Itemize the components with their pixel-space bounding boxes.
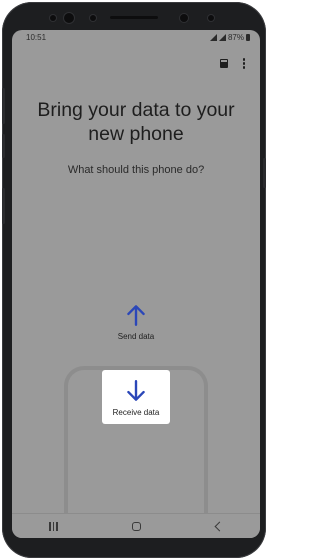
app-bar-actions	[219, 56, 249, 71]
battery-percent: 87%	[227, 33, 244, 42]
home-icon[interactable]	[132, 521, 142, 531]
volume-up-button	[2, 88, 5, 124]
front-camera-icon	[180, 14, 188, 22]
signal-icon	[218, 34, 226, 41]
power-button	[263, 158, 266, 188]
status-bar: 10:51 87%	[12, 30, 260, 46]
page-title: Bring your data to your new phone	[37, 99, 235, 145]
back-icon[interactable]	[214, 521, 225, 531]
earpiece-speaker	[110, 16, 158, 19]
send-data-label: Send data	[117, 332, 155, 341]
iris-led-icon	[208, 15, 214, 21]
light-sensor-icon	[90, 15, 96, 21]
sd-card-icon[interactable]	[219, 58, 228, 68]
status-indicators: 87%	[209, 33, 250, 42]
status-time: 10:51	[26, 33, 47, 42]
page-subtitle: What should this phone do?	[67, 164, 205, 176]
receive-data-button[interactable]: Receive data	[102, 370, 170, 424]
arrow-down-icon	[127, 379, 145, 401]
volume-down-button	[2, 188, 5, 224]
phone-device: 10:51 87% Bring your data to your new ph…	[2, 2, 266, 558]
more-options-icon[interactable]	[240, 56, 249, 71]
battery-icon	[246, 34, 250, 41]
receive-data-label: Receive data	[112, 407, 160, 417]
recent-apps-icon[interactable]	[49, 521, 58, 531]
iris-camera-icon	[64, 13, 74, 23]
proximity-sensor-icon	[50, 15, 56, 21]
screen: 10:51 87% Bring your data to your new ph…	[12, 30, 260, 538]
arrow-up-icon	[127, 305, 145, 326]
send-data-button[interactable]: Send data	[96, 302, 176, 352]
top-bezel	[2, 2, 266, 32]
navigation-bar	[12, 513, 260, 538]
bixby-button	[2, 134, 5, 158]
wifi-icon	[209, 34, 217, 41]
